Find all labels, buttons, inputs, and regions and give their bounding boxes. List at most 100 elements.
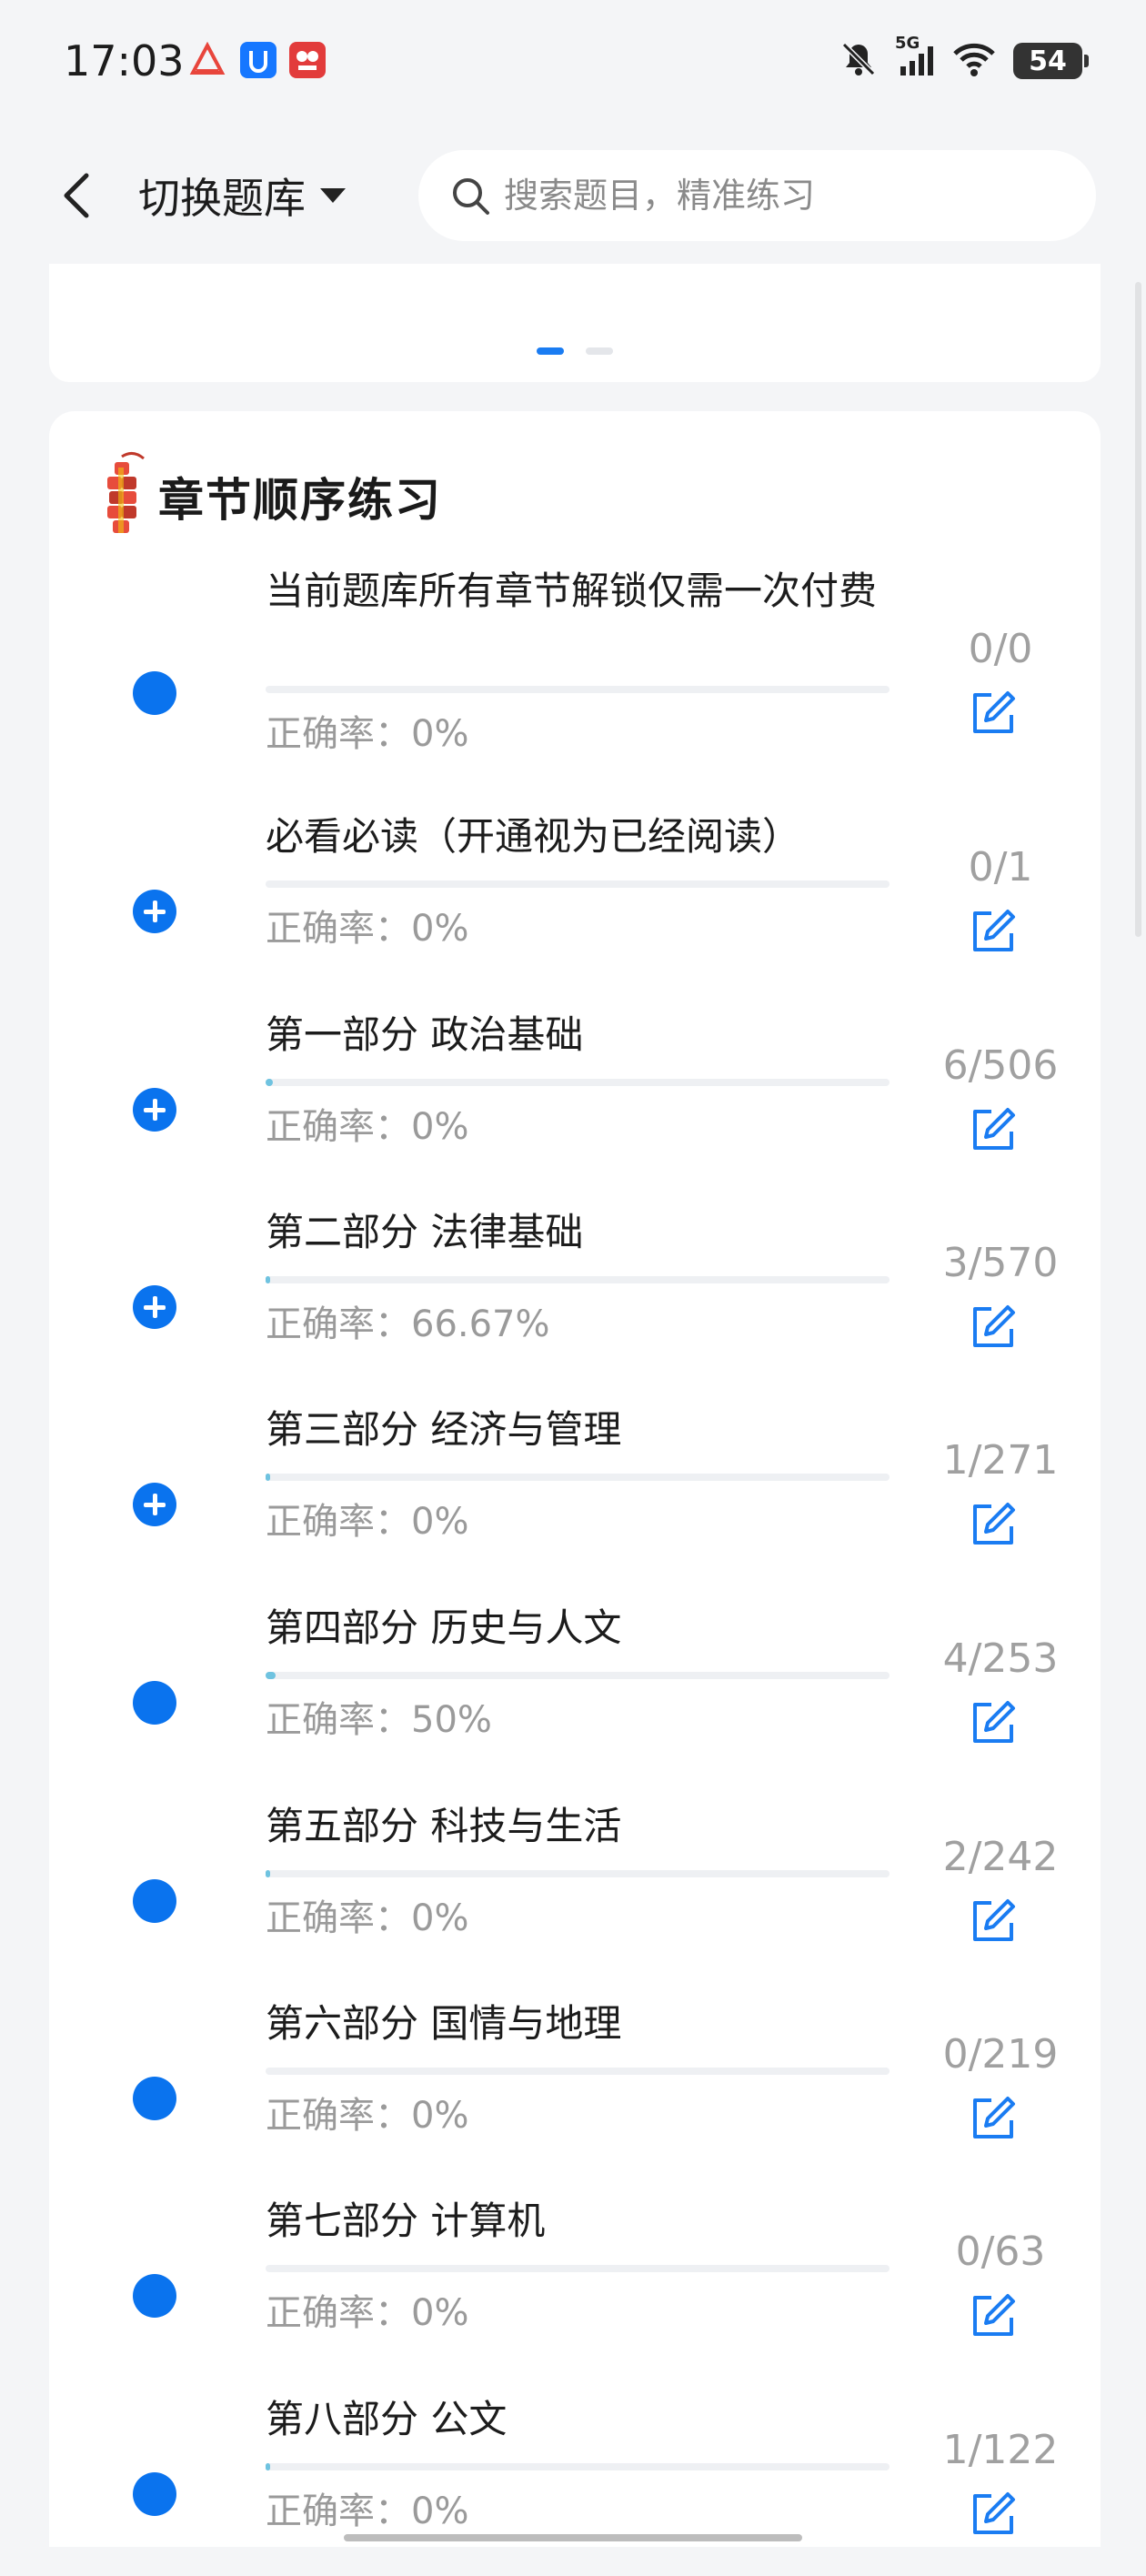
progress-fill [266, 1276, 271, 1283]
search-input[interactable] [502, 175, 1070, 216]
progress-fill [266, 1870, 271, 1877]
chapter-dot-icon [133, 2077, 176, 2120]
status-time: 17:03 [64, 36, 185, 86]
pager-dot-active[interactable] [537, 347, 564, 355]
search-box[interactable] [418, 150, 1096, 241]
chapter-title: 第八部分 公文 [266, 2397, 508, 2441]
network-type: 5G [895, 34, 920, 53]
edit-icon [973, 910, 1015, 951]
expand-plus-icon[interactable] [133, 1285, 176, 1329]
chapter-practice-card: 章节顺序练习 当前题库所有章节解锁仅需一次付费 正确率：0% 0/0 必看必读（开通视… [49, 411, 1101, 2547]
chapter-row[interactable]: 第七部分 计算机 正确率：0% 0/63 [49, 2196, 1101, 2378]
chapter-row[interactable]: 第五部分 科技与生活 正确率：0% 2/242 [49, 1801, 1101, 1983]
edit-icon [973, 1503, 1015, 1545]
progress-fill [266, 1474, 271, 1481]
question-count: 2/242 [942, 1834, 1059, 1880]
progress-bar [266, 1672, 890, 1679]
chapter-row[interactable]: 第六部分 国情与地理 正确率：0% 0/219 [49, 1998, 1101, 2180]
edit-icon [973, 691, 1015, 733]
edit-practice-button[interactable] [968, 1104, 1019, 1155]
edit-icon [973, 1701, 1015, 1743]
accuracy-text: 正确率：0% [266, 2490, 469, 2532]
accuracy-text: 正确率：0% [266, 1897, 469, 1939]
wifi-icon [951, 39, 997, 83]
edit-practice-button[interactable] [968, 688, 1019, 739]
edit-practice-button[interactable] [968, 1499, 1019, 1550]
chapter-row[interactable]: 第二部分 法律基础 正确率：66.67% 3/570 [49, 1207, 1101, 1389]
chevron-left-icon [64, 173, 89, 218]
question-count: 0/219 [942, 2031, 1059, 2078]
edit-icon [973, 1108, 1015, 1150]
expand-plus-icon[interactable] [133, 1483, 176, 1526]
edit-icon [973, 1305, 1015, 1347]
accuracy-text: 正确率：0% [266, 713, 469, 755]
chapter-dot-icon [133, 2472, 176, 2516]
question-count: 0/63 [955, 2229, 1046, 2275]
app-notification-icon [289, 42, 326, 78]
search-icon [453, 178, 489, 215]
status-bar: 17:03 5G 54 [0, 0, 1146, 127]
expand-plus-icon[interactable] [133, 1088, 176, 1132]
switch-question-bank-button[interactable]: 切换题库 [138, 164, 347, 227]
back-button[interactable] [45, 164, 109, 227]
accuracy-text: 正确率：66.67% [266, 1303, 550, 1345]
chapter-title: 第五部分 科技与生活 [266, 1804, 622, 1848]
switch-bank-label: 切换题库 [138, 174, 306, 223]
edit-practice-button[interactable] [968, 2093, 1019, 2144]
chapter-row[interactable]: 当前题库所有章节解锁仅需一次付费 正确率：0% 0/0 [49, 566, 1101, 802]
question-count: 6/506 [942, 1042, 1059, 1089]
signal-icon: 5G [895, 34, 935, 83]
question-count: 1/122 [942, 2427, 1059, 2473]
edit-practice-button[interactable] [968, 1697, 1019, 1748]
edit-icon [973, 2097, 1015, 2138]
battery-icon: 54 [1013, 43, 1089, 79]
progress-bar [266, 880, 890, 888]
pager-dot[interactable] [586, 347, 613, 355]
edit-practice-button[interactable] [968, 2290, 1019, 2341]
accuracy-text: 正确率：0% [266, 2095, 469, 2137]
edit-icon [973, 1899, 1015, 1941]
chapter-row[interactable]: 必看必读（开通视为已经阅读） 正确率：0% 0/1 [49, 811, 1101, 993]
edit-practice-button[interactable] [968, 2489, 1019, 2540]
chapter-title: 必看必读（开通视为已经阅读） [266, 814, 801, 859]
chapter-title: 第四部分 历史与人文 [266, 1605, 622, 1650]
accuracy-text: 正确率：0% [266, 2292, 469, 2334]
chapter-title: 当前题库所有章节解锁仅需一次付费 [266, 569, 878, 613]
status-icons: 5G 54 [839, 34, 1089, 86]
app-notification-icon [189, 41, 226, 78]
expand-plus-icon[interactable] [133, 890, 176, 933]
question-count: 0/0 [968, 626, 1033, 672]
chapter-title: 第三部分 经济与管理 [266, 1407, 622, 1452]
scrollbar[interactable] [1135, 282, 1141, 937]
chapter-dot-icon [133, 1879, 176, 1923]
edit-icon [973, 2294, 1015, 2336]
accuracy-text: 正确率：0% [266, 908, 469, 950]
question-count: 0/1 [968, 844, 1033, 891]
edit-practice-button[interactable] [968, 906, 1019, 957]
question-count: 4/253 [942, 1635, 1059, 1682]
progress-bar [266, 2068, 890, 2075]
edit-practice-button[interactable] [968, 1302, 1019, 1353]
chapter-title: 第一部分 政治基础 [266, 1012, 584, 1057]
progress-fill [266, 1672, 276, 1679]
chapter-title: 第二部分 法律基础 [266, 1210, 584, 1254]
accuracy-text: 正确率：0% [266, 1501, 469, 1543]
home-indicator[interactable] [344, 2534, 802, 2541]
header: 切换题库 [0, 127, 1146, 264]
chapter-row[interactable]: 第八部分 公文 正确率：0% 1/122 [49, 2394, 1101, 2576]
progress-bar [266, 1276, 890, 1283]
progress-bar [266, 686, 890, 693]
progress-bar [266, 2265, 890, 2272]
chapter-title: 第六部分 国情与地理 [266, 2001, 622, 2046]
caret-down-icon [320, 188, 346, 203]
accuracy-text: 正确率：50% [266, 1699, 492, 1741]
edit-icon [973, 2492, 1015, 2534]
chapter-row[interactable]: 第四部分 历史与人文 正确率：50% 4/253 [49, 1603, 1101, 1785]
accuracy-text: 正确率：0% [266, 1106, 469, 1148]
edit-practice-button[interactable] [968, 1896, 1019, 1947]
chapter-row[interactable]: 第三部分 经济与管理 正确率：0% 1/271 [49, 1404, 1101, 1586]
chapter-title: 第七部分 计算机 [266, 2199, 546, 2243]
progress-bar [266, 1474, 890, 1481]
progress-fill [266, 1079, 274, 1086]
chapter-row[interactable]: 第一部分 政治基础 正确率：0% 6/506 [49, 1010, 1101, 1192]
